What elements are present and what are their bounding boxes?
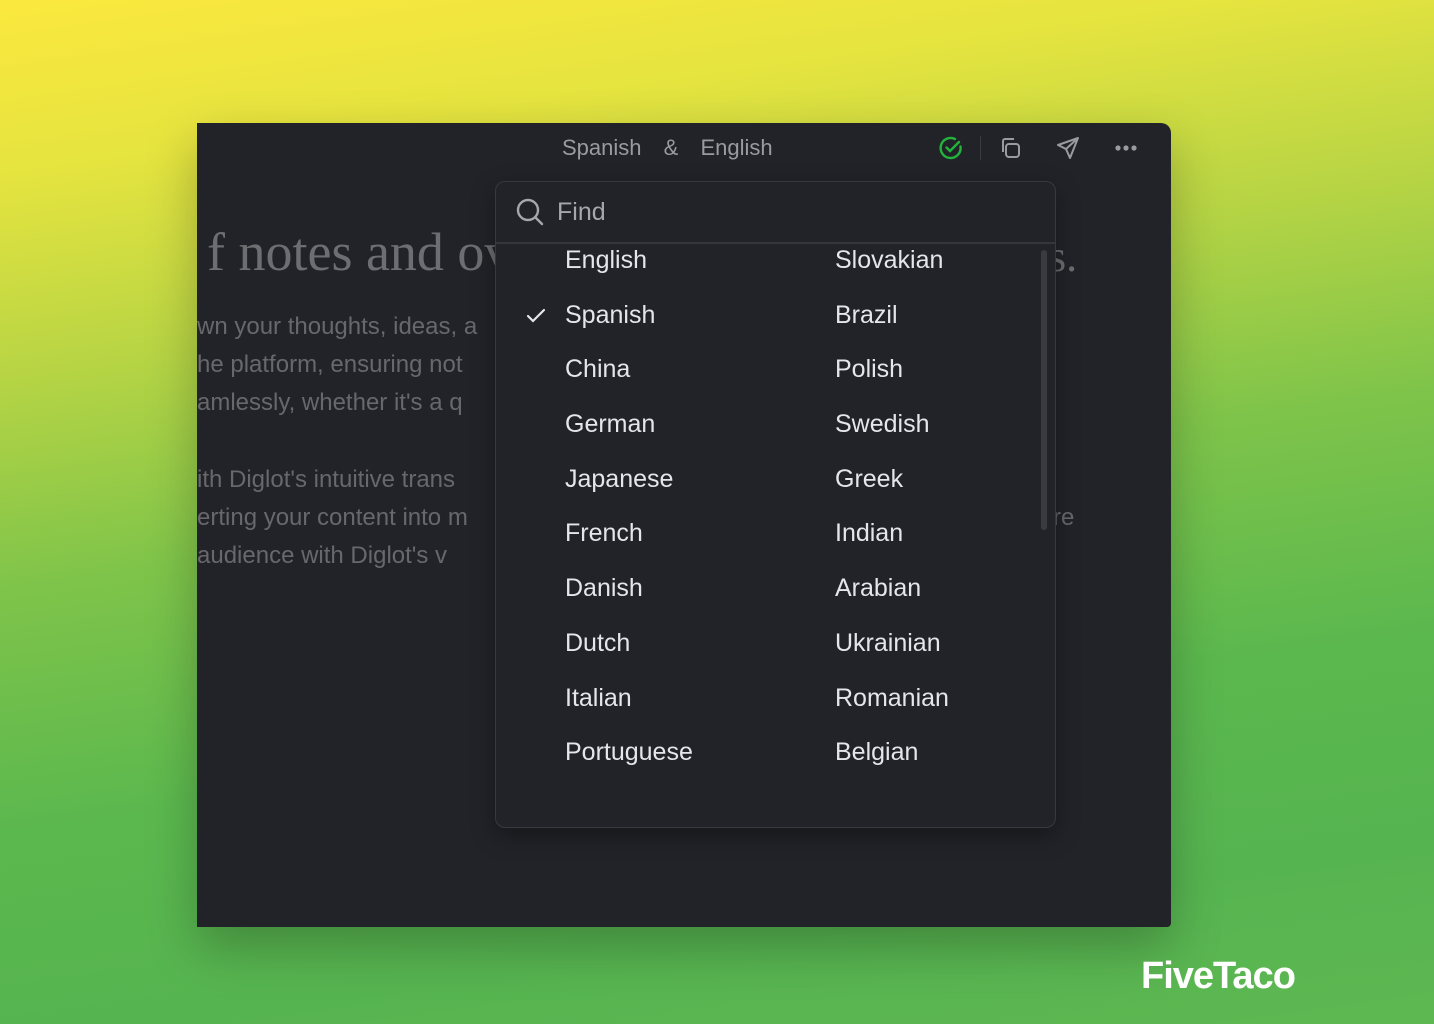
target-language[interactable]: English: [700, 135, 772, 160]
language-label: German: [565, 410, 656, 439]
source-language[interactable]: Spanish: [562, 135, 642, 160]
language-label: Italian: [565, 683, 632, 712]
language-option[interactable]: Belgian: [766, 725, 1036, 780]
language-option[interactable]: Danish: [496, 561, 766, 616]
language-label: Indian: [835, 519, 904, 548]
separator: &: [663, 135, 679, 160]
language-option[interactable]: Swedish: [766, 397, 1036, 452]
scrollbar[interactable]: [1041, 250, 1047, 530]
language-option[interactable]: Dutch: [496, 616, 766, 671]
language-label: China: [565, 355, 631, 384]
language-option[interactable]: Arabian: [766, 561, 1036, 616]
language-label: English: [565, 246, 647, 274]
language-option[interactable]: Portuguese: [496, 725, 766, 780]
language-option[interactable]: Brazil: [766, 288, 1036, 343]
language-pair[interactable]: Spanish & English: [562, 135, 789, 161]
language-label: Ukrainian: [835, 628, 941, 657]
more-icon[interactable]: [1111, 133, 1141, 163]
language-option[interactable]: Japanese: [496, 452, 766, 507]
language-option[interactable]: Indian: [766, 506, 1036, 561]
language-label: French: [565, 519, 643, 548]
language-option[interactable]: Greek: [766, 452, 1036, 507]
language-label: Arabian: [835, 574, 922, 603]
search-input[interactable]: [555, 196, 1019, 228]
language-label: Greek: [835, 464, 904, 493]
language-option[interactable]: Italian: [496, 671, 766, 726]
send-icon[interactable]: [1053, 133, 1083, 163]
language-label: Romanian: [835, 683, 949, 712]
language-option[interactable]: Spanish: [496, 288, 766, 343]
language-label: Belgian: [835, 738, 919, 767]
document-text: amlessly, whether it's a q: [197, 389, 463, 416]
document-text: audience with Diglot's v: [197, 542, 448, 569]
language-option[interactable]: China: [496, 342, 766, 397]
language-dropdown: English Slovakian Spanish Brazil China Polish…: [495, 181, 1056, 828]
app-window: f notes and ov s. wn your thoughts, idea…: [197, 123, 1171, 927]
language-label: Dutch: [565, 628, 631, 657]
language-label: Brazil: [835, 300, 898, 329]
language-label: Slovakian: [835, 246, 944, 274]
language-option[interactable]: French: [496, 506, 766, 561]
language-label: Spanish: [565, 300, 656, 329]
language-label: Polish: [835, 355, 904, 384]
brand-logo: FiveTaco: [1141, 955, 1296, 997]
language-label: Swedish: [835, 410, 930, 439]
document-text: ith Diglot's intuitive trans: [197, 466, 456, 493]
divider: [980, 136, 981, 160]
checkmark-icon: [526, 288, 546, 343]
language-option[interactable]: German: [496, 397, 766, 452]
language-option[interactable]: Polish: [766, 342, 1036, 397]
language-option[interactable]: Ukrainian: [766, 616, 1036, 671]
language-option[interactable]: Romanian: [766, 671, 1036, 726]
document-text: wn your thoughts, ideas, a: [197, 313, 478, 340]
document-heading: f notes and ov: [207, 222, 512, 282]
document-text: re: [1053, 504, 1075, 531]
document-text: he platform, ensuring not: [197, 351, 463, 378]
search-icon: [515, 197, 545, 227]
document-text: erting your content into m: [197, 504, 468, 531]
check-circle-icon[interactable]: [936, 133, 966, 163]
language-label: Japanese: [565, 464, 674, 493]
toolbar: [936, 133, 1141, 163]
language-label: Portuguese: [565, 738, 693, 767]
language-list: English Slovakian Spanish Brazil China Polish…: [496, 246, 1041, 807]
copy-icon[interactable]: [995, 133, 1025, 163]
language-option[interactable]: Slovakian: [766, 233, 1036, 288]
language-option[interactable]: English: [496, 233, 766, 288]
language-label: Danish: [565, 574, 643, 603]
